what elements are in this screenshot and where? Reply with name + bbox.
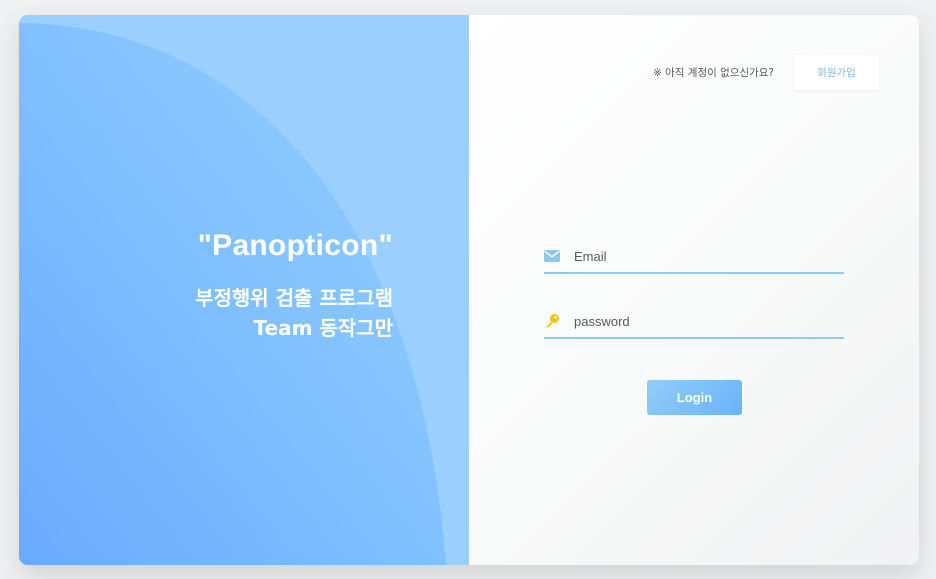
- email-input[interactable]: [574, 243, 844, 269]
- password-input[interactable]: [574, 308, 844, 334]
- app-subtitle-line2: Team 동작그만: [253, 316, 393, 340]
- login-card: "Panopticon" 부정행위 검출 프로그램 Team 동작그만 ※ 아직…: [19, 15, 919, 565]
- login-form-panel: ※ 아직 계정이 없으신가요? 회원가입 Login: [469, 15, 919, 565]
- hero-text-block: "Panopticon" 부정행위 검출 프로그램 Team 동작그만: [195, 229, 393, 343]
- signup-row: ※ 아직 계정이 없으신가요? 회원가입: [653, 55, 879, 90]
- app-title: "Panopticon": [197, 229, 393, 262]
- envelope-icon: [544, 246, 574, 266]
- key-icon: [544, 311, 574, 331]
- login-button[interactable]: Login: [647, 380, 742, 415]
- hero-panel: "Panopticon" 부정행위 검출 프로그램 Team 동작그만: [19, 15, 469, 565]
- signup-question: ※ 아직 계정이 없으신가요?: [653, 67, 774, 79]
- password-field: [544, 305, 844, 339]
- email-field: [544, 240, 844, 274]
- signup-button[interactable]: 회원가입: [794, 55, 879, 90]
- app-subtitle-line1: 부정행위 검출 프로그램: [195, 286, 393, 310]
